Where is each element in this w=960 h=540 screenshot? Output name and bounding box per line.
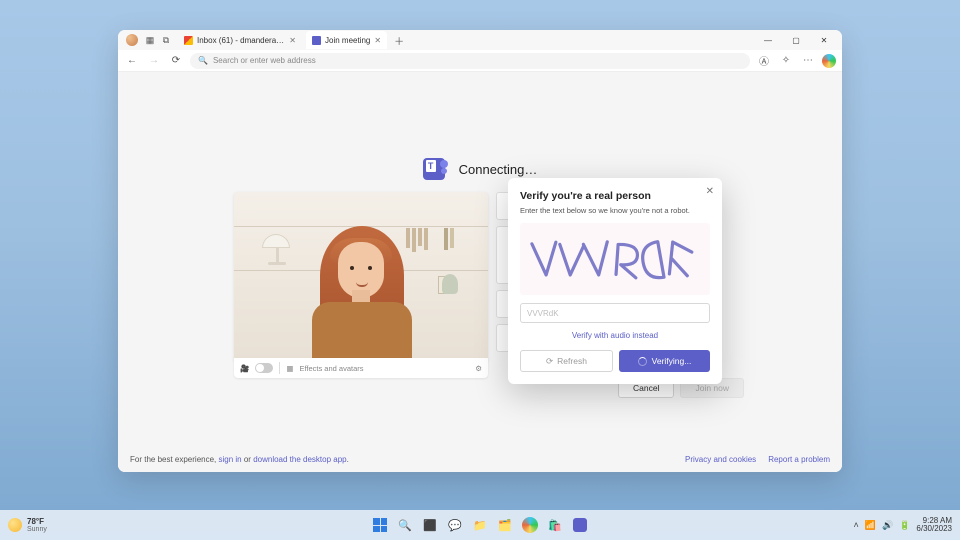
teams-app-button[interactable] <box>570 515 590 535</box>
browser-window: ▦ ⧉ Inbox (61) - dmandera@gmail.com ✕ Jo… <box>118 30 842 472</box>
teams-header: Connecting… <box>118 158 842 180</box>
minimize-button[interactable]: — <box>754 30 782 50</box>
close-tab-icon[interactable]: ✕ <box>289 36 296 45</box>
captcha-input[interactable] <box>520 303 710 323</box>
workspaces-icon[interactable]: ▦ <box>144 34 156 46</box>
taskbar: 78°F Sunny 🔍 ⬛ 💬 📁 🗂️ 🛍️ ˄ 📶 🔊 🔋 9:28 AM… <box>0 510 960 540</box>
window-controls: — ▢ ✕ <box>754 30 838 50</box>
task-view-button[interactable]: ⬛ <box>420 515 440 535</box>
toolbar: ← → ⟳ 🔍 Search or enter web address Ⓐ ✧ … <box>118 50 842 72</box>
tab-actions-icon[interactable]: ⧉ <box>160 34 172 46</box>
page-content: Connecting… <box>118 72 842 472</box>
search-icon: 🔍 <box>198 56 208 65</box>
effects-icon: ▦ <box>286 364 293 373</box>
edge-button[interactable] <box>520 515 540 535</box>
connecting-status: Connecting… <box>459 162 538 177</box>
gmail-favicon-icon <box>184 36 193 45</box>
captcha-modal: ✕ Verify you're a real person Enter the … <box>508 178 722 384</box>
menu-icon[interactable]: ⋯ <box>800 53 816 69</box>
teams-favicon-icon <box>312 36 321 45</box>
effects-label[interactable]: Effects and avatars <box>299 364 363 373</box>
maximize-button[interactable]: ▢ <box>782 30 810 50</box>
close-tab-icon[interactable]: ✕ <box>374 36 381 45</box>
address-bar[interactable]: 🔍 Search or enter web address <box>190 53 750 69</box>
refresh-button[interactable]: ⟳ <box>168 53 184 69</box>
new-tab-button[interactable]: ＋ <box>391 32 407 48</box>
tab-join-meeting[interactable]: Join meeting ✕ <box>306 31 387 49</box>
close-window-button[interactable]: ✕ <box>810 30 838 50</box>
clock[interactable]: 9:28 AM 6/30/2023 <box>916 517 952 534</box>
address-placeholder: Search or enter web address <box>213 56 316 65</box>
signin-link[interactable]: sign in <box>219 455 242 464</box>
wifi-icon[interactable]: 📶 <box>865 520 876 531</box>
favorites-icon[interactable]: ✧ <box>778 53 794 69</box>
taskbar-apps: 🔍 ⬛ 💬 📁 🗂️ 🛍️ <box>370 515 590 535</box>
camera-toggle[interactable] <box>255 363 273 373</box>
store-button[interactable]: 🛍️ <box>545 515 565 535</box>
camera-preview <box>234 192 488 362</box>
profile-avatar[interactable] <box>126 34 138 46</box>
audio-captcha-link[interactable]: Verify with audio instead <box>520 331 710 340</box>
privacy-link[interactable]: Privacy and cookies <box>685 455 756 464</box>
page-footer: For the best experience, sign in or down… <box>118 446 842 472</box>
weather-widget[interactable]: 78°F Sunny <box>0 517 47 533</box>
date: 6/30/2023 <box>916 525 952 533</box>
weather-temp: 78°F <box>27 517 47 526</box>
search-button[interactable]: 🔍 <box>395 515 415 535</box>
weather-cond: Sunny <box>27 526 47 533</box>
person-preview <box>312 226 412 362</box>
refresh-captcha-button[interactable]: ⟳ Refresh <box>520 350 613 372</box>
camera-icon: 🎥 <box>240 364 249 373</box>
battery-icon[interactable]: 🔋 <box>899 520 910 531</box>
spinner-icon <box>638 357 647 366</box>
verify-button[interactable]: Verifying... <box>619 350 710 372</box>
teams-logo-icon <box>423 158 445 180</box>
download-app-link[interactable]: download the desktop app <box>253 455 346 464</box>
video-controls: 🎥 ▦ Effects and avatars ⚙ <box>234 358 488 378</box>
tab-gmail[interactable]: Inbox (61) - dmandera@gmail.com ✕ <box>178 31 302 49</box>
widgets-button[interactable]: 📁 <box>470 515 490 535</box>
system-tray: ˄ 📶 🔊 🔋 9:28 AM 6/30/2023 <box>853 517 960 534</box>
explorer-button[interactable]: 🗂️ <box>495 515 515 535</box>
captcha-image <box>520 223 710 295</box>
gear-icon[interactable]: ⚙ <box>475 364 482 373</box>
tab-label: Inbox (61) - dmandera@gmail.com <box>197 36 285 45</box>
start-button[interactable] <box>370 515 390 535</box>
forward-button[interactable]: → <box>146 53 162 69</box>
read-aloud-icon[interactable]: Ⓐ <box>756 53 772 69</box>
report-problem-link[interactable]: Report a problem <box>768 455 830 464</box>
back-button[interactable]: ← <box>124 53 140 69</box>
close-icon[interactable]: ✕ <box>706 186 714 197</box>
captcha-title: Verify you're a real person <box>520 190 710 202</box>
titlebar: ▦ ⧉ Inbox (61) - dmandera@gmail.com ✕ Jo… <box>118 30 842 50</box>
footer-text: For the best experience, sign in or down… <box>130 455 349 464</box>
weather-icon <box>8 518 22 532</box>
volume-icon[interactable]: 🔊 <box>882 520 893 531</box>
copilot-icon[interactable] <box>822 54 836 68</box>
chevron-up-icon[interactable]: ˄ <box>853 520 858 530</box>
chat-button[interactable]: 💬 <box>445 515 465 535</box>
refresh-icon: ⟳ <box>546 356 553 367</box>
captcha-subtitle: Enter the text below so we know you're n… <box>520 206 710 215</box>
tab-label: Join meeting <box>325 36 370 45</box>
